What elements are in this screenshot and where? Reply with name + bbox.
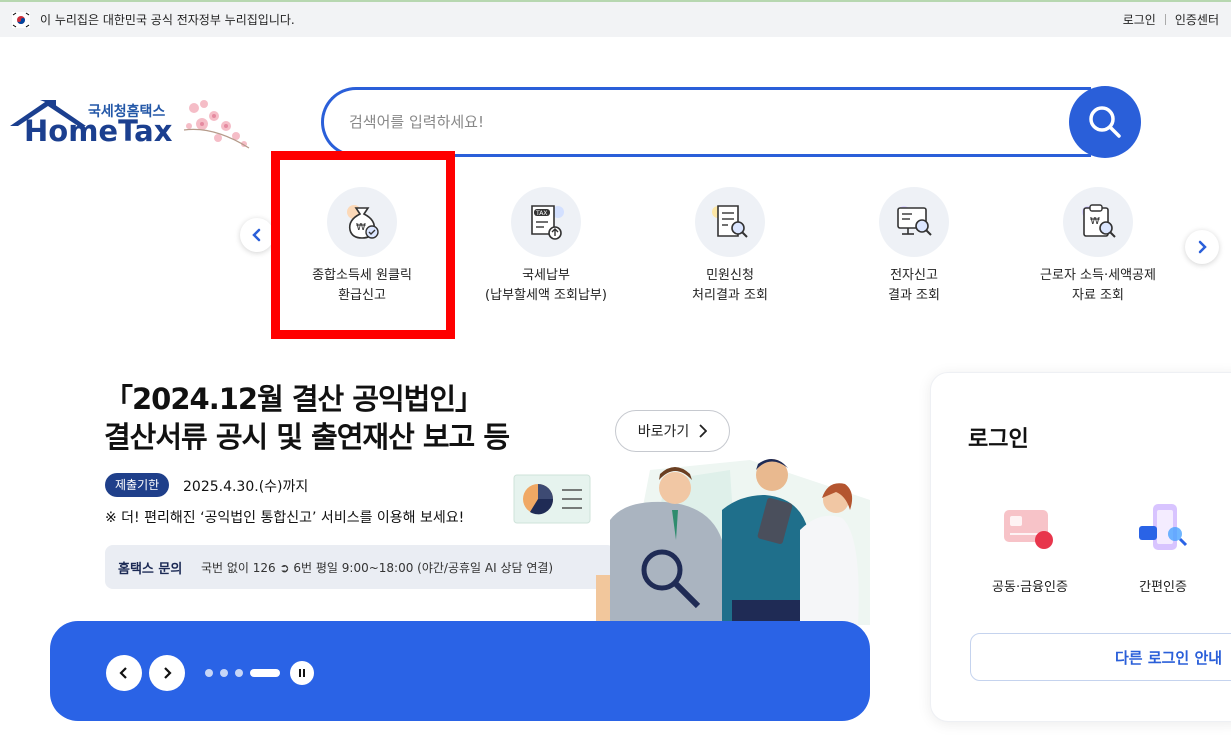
highlight-box [271,151,455,339]
search-button[interactable] [1069,86,1141,158]
quick-menu-label: 국세납부 (납부할세액 조회납부) [461,266,631,306]
slider-dot-active[interactable] [250,669,280,677]
chevron-right-icon [164,667,172,679]
chevron-left-icon [119,667,127,679]
quick-menu-label: 민원신청 처리결과 조회 [645,266,815,306]
hometax-main-page: 이 누리집은 대한민국 공식 전자정부 누리집입니다. 로그인 인증센터 국세청… [0,0,1231,738]
logo-title: HomeTax [24,114,173,148]
banner-illustration [513,459,870,625]
quick-menu-label-line2: (납부할세액 조회납부) [485,288,607,303]
search-box [321,87,1091,157]
top-login-link[interactable]: 로그인 [1123,11,1156,28]
phone-auth-icon [1131,498,1195,562]
quick-menu-label-line2: 처리결과 조회 [692,288,768,303]
tax-document-upload-icon: TAX [511,187,581,257]
gov-notice-bar: 이 누리집은 대한민국 공식 전자정부 누리집입니다. 로그인 인증센터 [0,0,1231,37]
slider-dot[interactable] [235,669,243,677]
search-icon [1089,106,1121,138]
hometax-logo[interactable]: 국세청홈택스 HomeTax [10,96,255,156]
inquiry-label: 홈택스 문의 [118,562,183,577]
slider-dot[interactable] [205,669,213,677]
deadline-text: 2025.4.30.(수)까지 [183,479,309,495]
quick-menu-item-e-filing[interactable]: 전자신고 결과 조회 [829,187,999,306]
quick-menu-label-line1: 국세납부 [522,268,570,283]
deadline-badge: 제출기한 [105,473,170,497]
banner-notice: ※ 더! 편리해진 ‘공익법인 통합신고’ 서비스를 이용해 보세요! [105,510,465,526]
quick-menu-next-button[interactable] [1185,230,1219,264]
quick-menu-item-tax-payment[interactable]: TAX 국세납부 (납부할세액 조회납부) [461,187,631,306]
quick-menu-label-line1: 근로자 소득·세액공제 [1040,268,1156,283]
chevron-right-icon [699,424,708,438]
joint-financial-cert-option[interactable]: 공동·금융인증 [970,498,1090,595]
clipboard-search-icon: ₩ [1063,187,1133,257]
banner-title-line1: 「2024.12월 결산 공익법인」 [104,382,484,416]
banner-next-button[interactable] [149,655,185,691]
goto-label: 바로가기 [637,424,690,440]
pause-icon [299,669,305,677]
certificate-card-icon [998,498,1062,562]
quick-menu-prev-button[interactable] [240,218,274,252]
login-title: 로그인 [968,427,1029,452]
other-login-label: 다른 로그인 안내 [1115,648,1223,667]
cert-center-link[interactable]: 인증센터 [1175,11,1219,28]
other-login-button[interactable]: 다른 로그인 안내 [970,633,1231,681]
search-input[interactable] [349,108,1029,136]
banner-title-line2: 결산서류 공시 및 출연재산 보고 등 [104,420,510,454]
divider [1164,14,1166,25]
svg-text:TAX: TAX [535,210,547,217]
top-links: 로그인 인증센터 [1123,11,1219,28]
quick-menu-label: 전자신고 결과 조회 [829,266,999,306]
banner-prev-button[interactable] [106,655,142,691]
quick-menu-item-civil-petition[interactable]: 민원신청 처리결과 조회 [645,187,815,306]
document-search-icon [695,187,765,257]
login-option-label: 간편인증 [1139,580,1187,595]
svg-text:₩: ₩ [1090,216,1100,227]
chevron-right-icon [1198,240,1207,254]
simple-auth-option[interactable]: 간편인증 [1103,498,1223,595]
quick-menu-label-line1: 민원신청 [706,268,754,283]
quick-menu-item-deduction[interactable]: ₩ 근로자 소득·세액공제 자료 조회 [1013,187,1183,306]
monitor-search-icon [879,187,949,257]
banner-title: 「2024.12월 결산 공익법인」 결산서류 공시 및 출연재산 보고 등 [104,380,510,456]
gov-notice-text: 이 누리집은 대한민국 공식 전자정부 누리집입니다. [40,13,295,27]
quick-menu-label-line2: 결과 조회 [888,288,940,303]
quick-menu-label: 근로자 소득·세액공제 자료 조회 [1013,266,1183,306]
quick-menu-label-line1: 전자신고 [890,268,938,283]
slider-pause-button[interactable] [290,661,314,685]
cherry-blossom-icon [183,100,250,149]
login-option-label: 공동·금융인증 [992,580,1068,595]
chevron-left-icon [252,228,261,242]
quick-menu-label-line2: 자료 조회 [1072,288,1124,303]
slider-dot[interactable] [220,669,228,677]
korea-flag-icon [12,12,30,28]
